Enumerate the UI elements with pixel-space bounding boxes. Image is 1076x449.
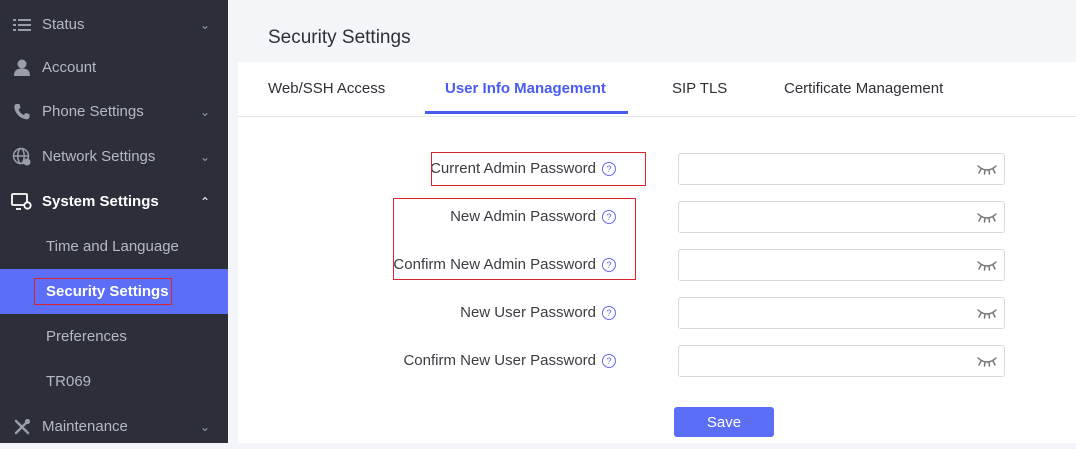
field-label-text: New User Password [460,304,596,321]
tab-certificate-management[interactable]: Certificate Management [784,80,943,97]
chevron-down-icon: ⌄ [200,419,211,434]
help-icon[interactable]: ? [602,306,616,320]
annotation-highlight-box [431,152,646,186]
sidebar-subitem-label: Preferences [46,328,127,345]
chevron-down-icon: ⌄ [200,149,211,164]
field-label-text: Confirm New User Password [403,352,596,369]
sidebar-item-label: Phone Settings [42,103,144,120]
tab-sip-tls[interactable]: SIP TLS [672,80,727,97]
sidebar-subitem-time-and-language[interactable]: Time and Language [0,224,228,269]
new-admin-password-field[interactable] [678,201,1005,233]
list-icon [11,14,33,36]
sidebar: Status ⌄ Account Phone Settings ⌄ Networ… [0,0,228,443]
save-button[interactable]: Save [674,407,774,437]
sidebar-subitem-security-settings[interactable]: Security Settings [0,269,228,314]
sidebar-item-system-settings[interactable]: System Settings ⌃ [0,179,228,224]
active-tab-indicator [425,111,628,114]
main-content: Security Settings Web/SSH Access User In… [228,0,1076,443]
eye-closed-icon[interactable] [976,259,998,271]
new-user-password-field[interactable] [678,297,1005,329]
eye-closed-icon[interactable] [976,163,998,175]
confirm-new-user-password-input[interactable] [687,346,971,376]
page-title: Security Settings [268,27,411,48]
sidebar-item-network-settings[interactable]: Network Settings ⌄ [0,134,228,179]
tab-bar: Web/SSH Access User Info Management SIP … [238,62,1076,117]
sidebar-item-phone-settings[interactable]: Phone Settings ⌄ [0,89,228,134]
chevron-up-icon: ⌃ [200,194,211,209]
eye-closed-icon[interactable] [976,211,998,223]
sidebar-item-label: Account [42,59,97,76]
user-icon [11,57,33,79]
eye-closed-icon[interactable] [976,307,998,319]
chevron-down-icon: ⌄ [200,104,211,119]
eye-closed-icon[interactable] [976,355,998,367]
system-settings-icon [11,191,33,213]
sidebar-subitem-tr069[interactable]: TR069 [0,359,228,404]
sidebar-item-label: Status [42,16,85,33]
new-user-password-label: New User Password? [276,304,616,321]
current-admin-password-field[interactable] [678,153,1005,185]
annotation-highlight-box [393,198,636,280]
new-admin-password-input[interactable] [687,202,971,232]
sidebar-item-label: Network Settings [42,148,156,165]
sidebar-subitem-label: TR069 [46,373,92,390]
sidebar-item-label: System Settings [42,193,159,210]
tab-web-ssh-access[interactable]: Web/SSH Access [268,80,385,97]
annotation-highlight-box [34,278,172,305]
settings-panel: Web/SSH Access User Info Management SIP … [238,62,1076,443]
chevron-down-icon: ⌄ [200,17,211,32]
help-icon[interactable]: ? [602,354,616,368]
phone-icon [11,101,33,123]
sidebar-item-account[interactable]: Account [0,45,228,90]
sidebar-item-maintenance[interactable]: Maintenance ⌄ [0,404,228,449]
current-admin-password-input[interactable] [687,154,971,184]
sidebar-item-status[interactable]: Status ⌄ [0,2,228,47]
confirm-new-admin-password-input[interactable] [687,250,971,280]
sidebar-item-label: Maintenance [42,418,128,435]
new-user-password-input[interactable] [687,298,971,328]
confirm-new-admin-password-field[interactable] [678,249,1005,281]
tab-user-info-management[interactable]: User Info Management [445,80,606,97]
sidebar-subitem-label: Time and Language [46,238,179,255]
network-globe-icon [11,146,33,168]
confirm-new-user-password-field[interactable] [678,345,1005,377]
confirm-new-user-password-label: Confirm New User Password? [276,352,616,369]
tools-icon [11,416,33,438]
sidebar-subitem-preferences[interactable]: Preferences [0,314,228,359]
